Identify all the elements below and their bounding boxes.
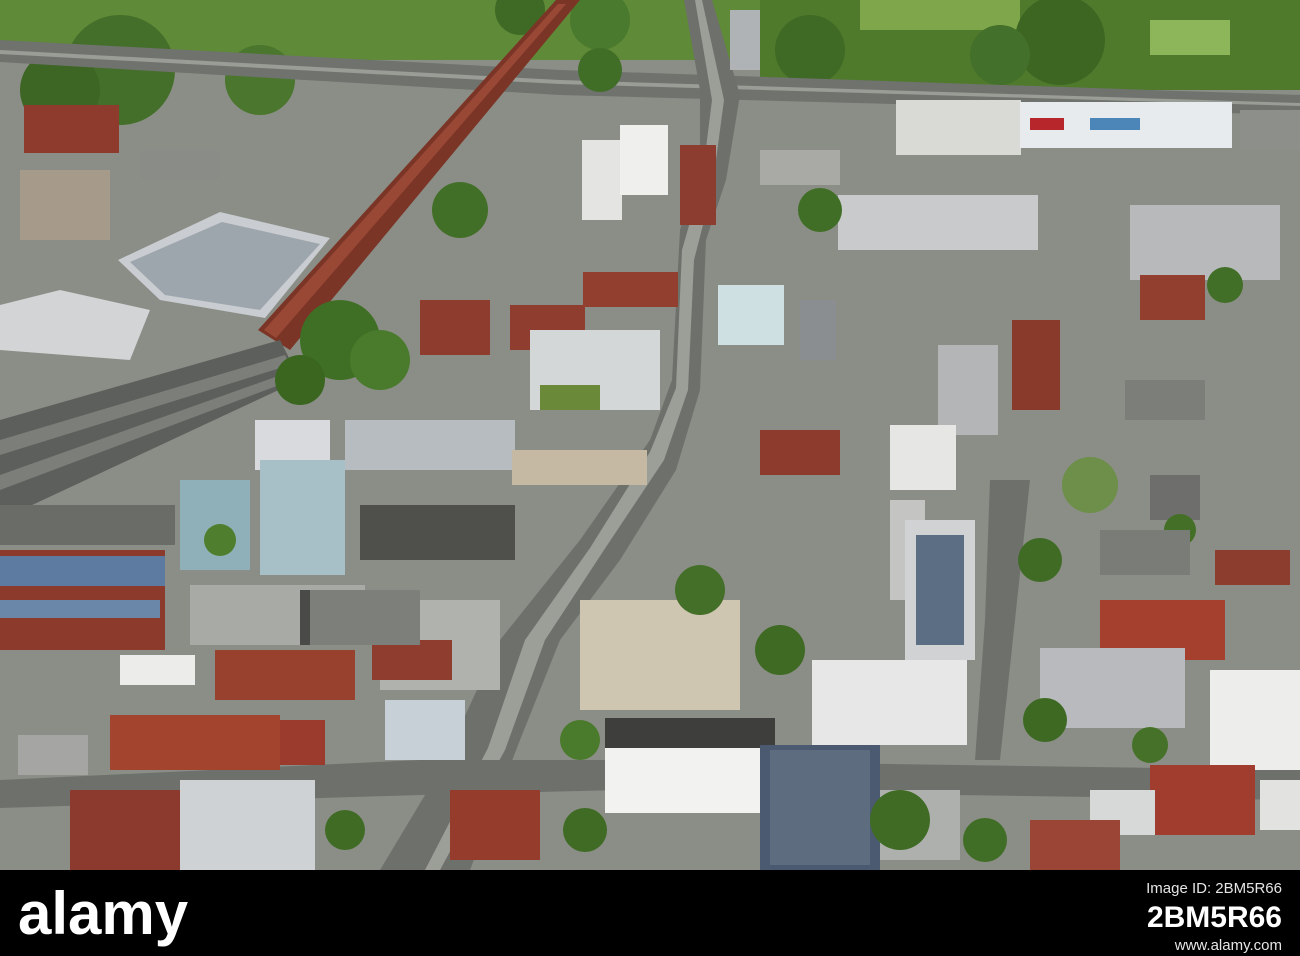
site-url-link[interactable]: www.alamy.com bbox=[1146, 936, 1282, 956]
image-id-label: Image ID: 2BM5R66 bbox=[1146, 880, 1282, 897]
stock-watermark-bar: alamy Image ID: 2BM5R66 2BM5R66 www.alam… bbox=[0, 870, 1300, 956]
image-id-code: 2BM5R66 bbox=[1146, 901, 1282, 934]
alamy-logo-mark: alamy bbox=[18, 880, 189, 947]
aerial-photo-scene bbox=[0, 0, 1300, 870]
aerial-photo bbox=[0, 0, 1300, 870]
svg-text:alamy: alamy bbox=[18, 880, 189, 947]
image-id-block: Image ID: 2BM5R66 2BM5R66 www.alamy.com bbox=[1146, 878, 1282, 956]
alamy-logo[interactable]: alamy bbox=[18, 876, 218, 950]
